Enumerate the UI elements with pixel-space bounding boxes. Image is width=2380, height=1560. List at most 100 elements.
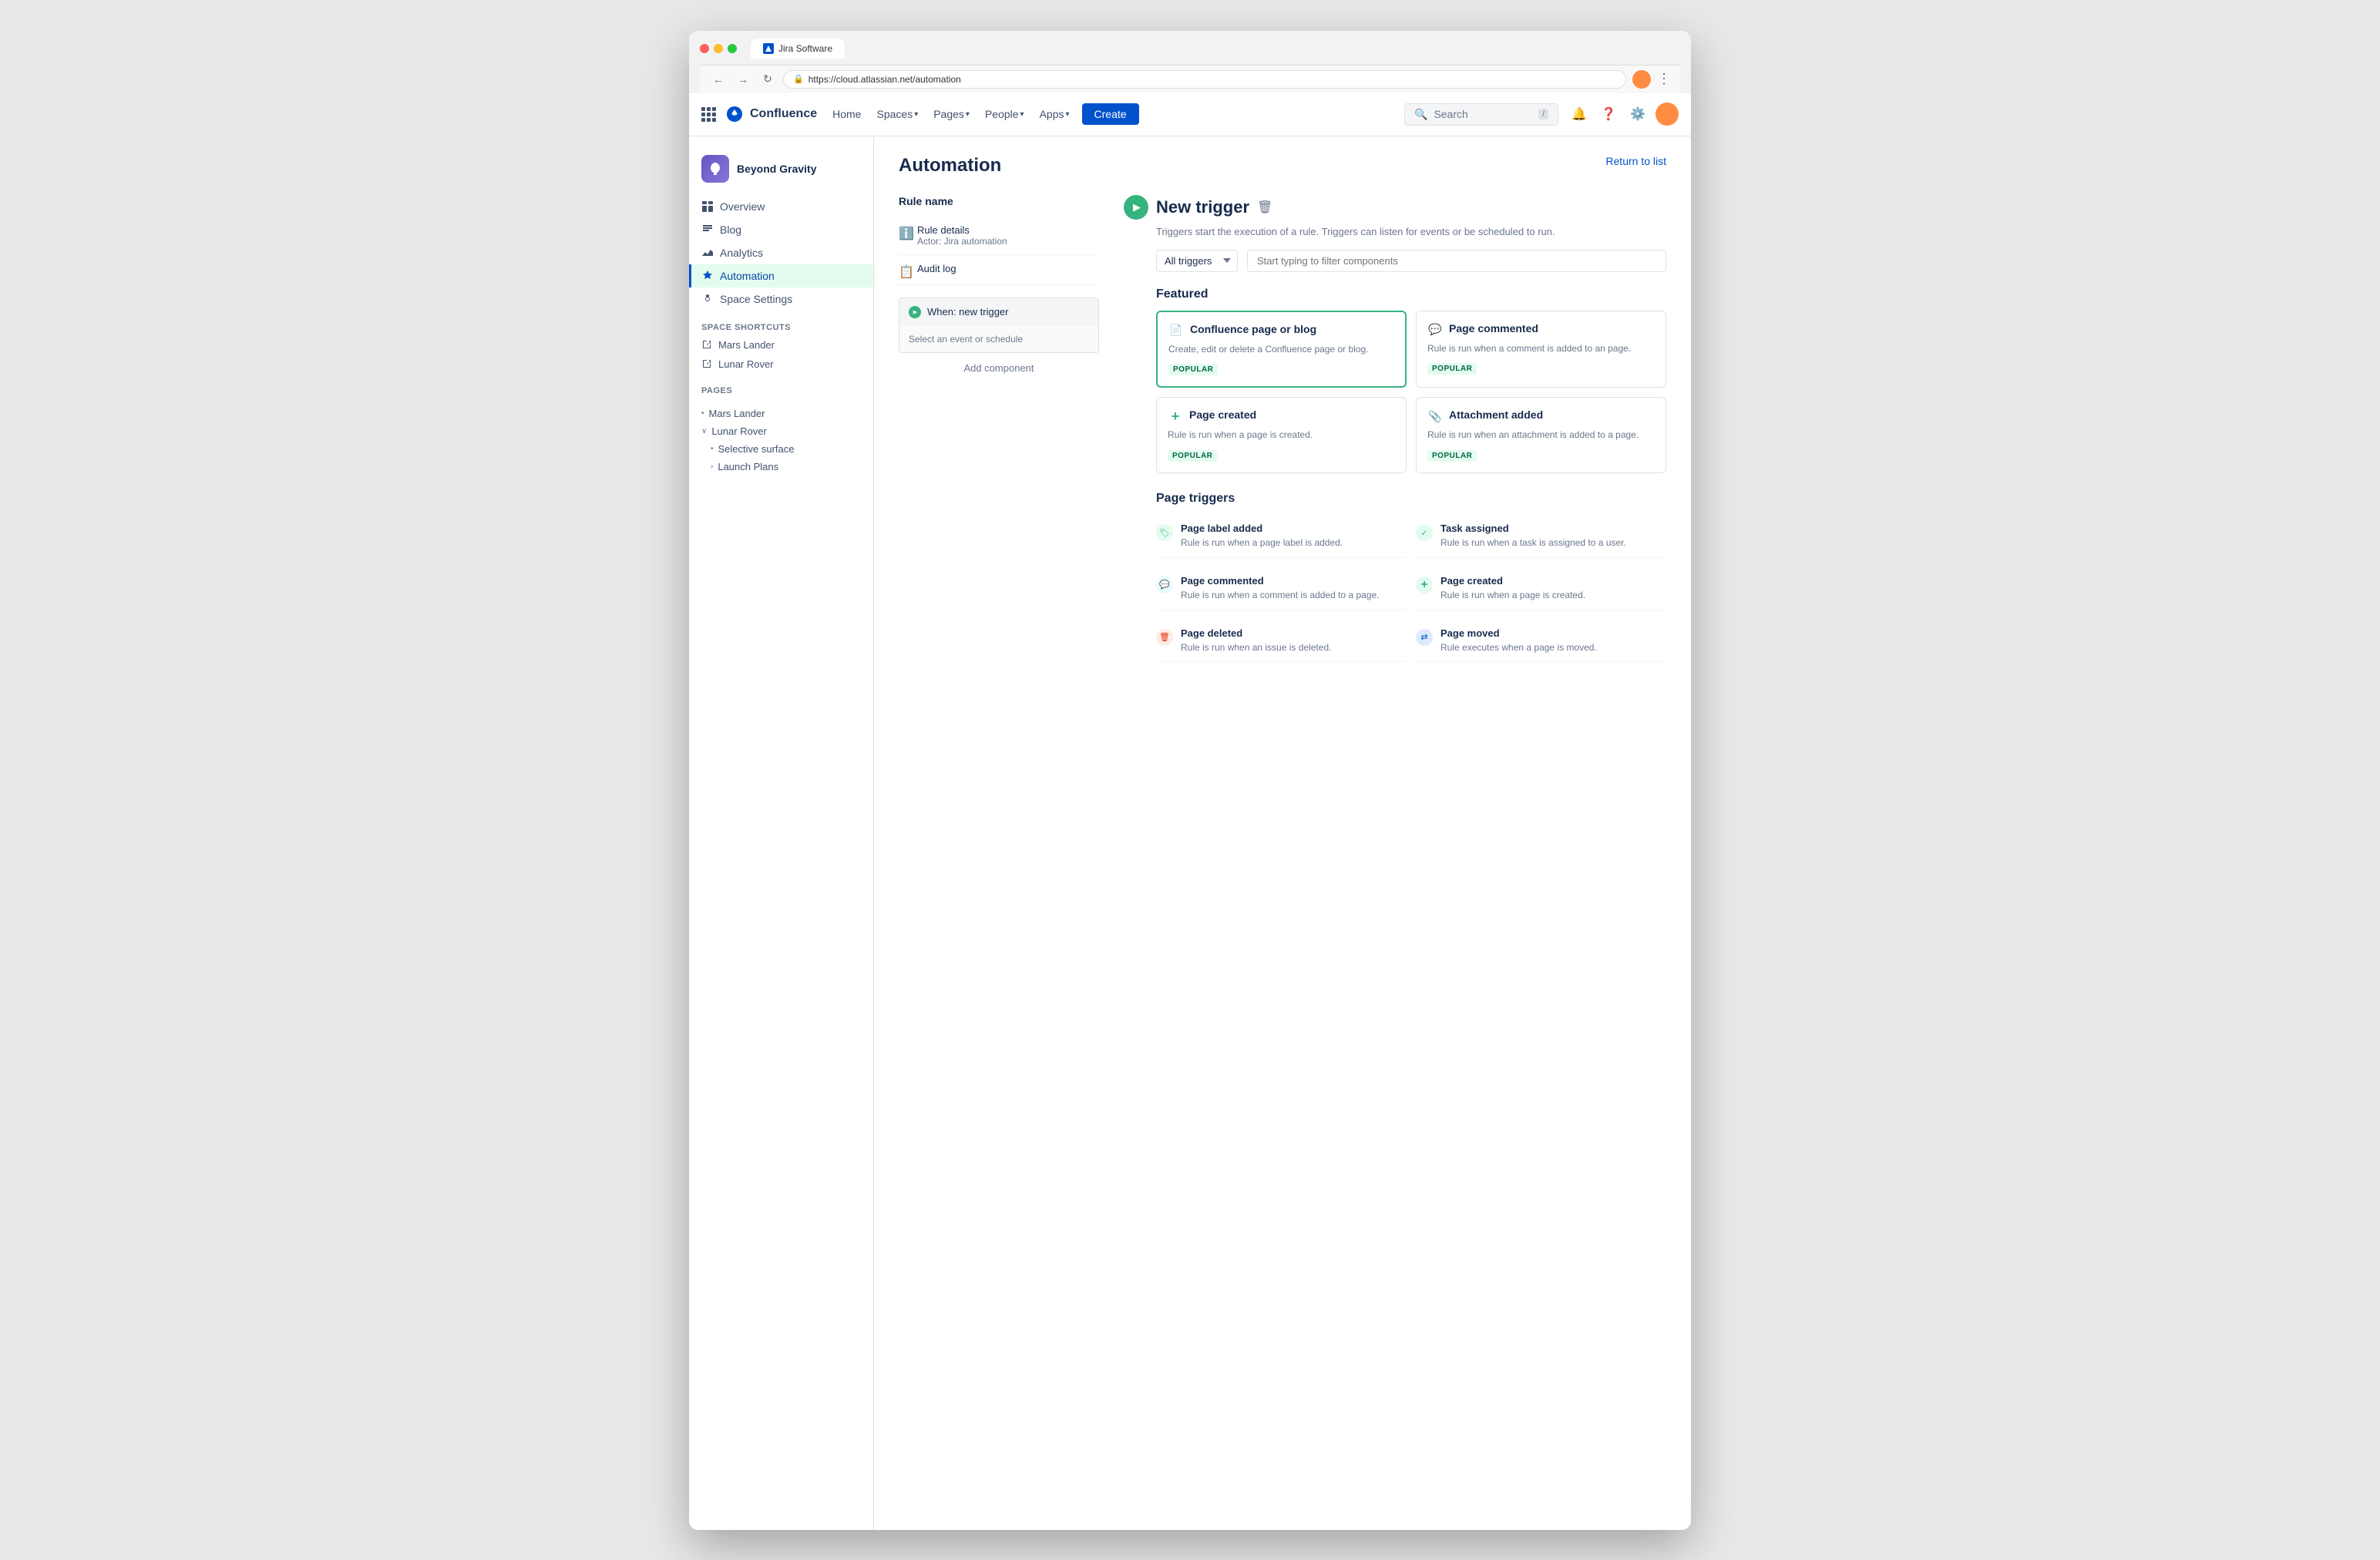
delete-icon: 🗑 [1156, 629, 1173, 646]
browser-tab[interactable]: Jira Software [751, 39, 845, 59]
page-item-lunar-rover[interactable]: ∨ Lunar Rover [689, 422, 873, 440]
search-bar[interactable]: 🔍 Search / [1404, 103, 1558, 126]
featured-section: Featured 📄 Confluence page or blog Creat… [1156, 287, 1666, 474]
help-button[interactable]: ❓ [1597, 103, 1620, 126]
page-item-mars-lander[interactable]: • Mars Lander [689, 405, 873, 422]
trigger-item-title: Task assigned [1440, 523, 1626, 534]
trigger-block-label: When: new trigger [927, 306, 1009, 318]
filter-components-input[interactable] [1247, 250, 1666, 272]
popular-badge: POPULAR [1168, 450, 1217, 462]
sidebar-item-automation[interactable]: Automation [689, 264, 873, 287]
sidebar-item-analytics[interactable]: Analytics [689, 241, 873, 264]
page-label: Launch Plans [718, 461, 778, 472]
add-component-button[interactable]: Add component [899, 353, 1099, 383]
trigger-item-title: Page deleted [1181, 627, 1331, 639]
attachment-icon: 📎 [1427, 408, 1443, 424]
card-title: Attachment added [1449, 408, 1543, 421]
settings-button[interactable]: ⚙️ [1626, 103, 1649, 126]
card-attachment-added[interactable]: 📎 Attachment added Rule is run when an a… [1416, 397, 1666, 473]
browser-menu-button[interactable]: ⋮ [1657, 71, 1671, 87]
rule-panel: Rule name ℹ️ Rule details Actor: Jira au… [899, 195, 1099, 663]
external-link-icon [701, 339, 712, 350]
move-icon: ⇄ [1416, 629, 1433, 646]
page-chevron: ∨ [701, 427, 707, 435]
close-button[interactable] [700, 44, 709, 53]
nav-apps[interactable]: Apps▾ [1034, 105, 1076, 123]
nav-spaces[interactable]: Spaces▾ [870, 105, 924, 123]
trigger-page-moved[interactable]: ⇄ Page moved Rule executes when a page i… [1416, 620, 1666, 663]
sidebar-item-overview[interactable]: Overview [689, 195, 873, 218]
apps-grid-icon[interactable] [701, 107, 716, 122]
return-to-list-link[interactable]: Return to list [1605, 155, 1666, 167]
space-name: Beyond Gravity [737, 163, 816, 175]
back-button[interactable]: ← [709, 70, 728, 89]
analytics-icon [701, 247, 714, 259]
page-bullet: • [701, 409, 704, 418]
trigger-title-row: New trigger 🗑 [1124, 195, 1666, 220]
popular-badge: POPULAR [1168, 364, 1218, 375]
card-page-commented[interactable]: 💬 Page commented Rule is run when a comm… [1416, 311, 1666, 388]
create-button[interactable]: Create [1082, 103, 1139, 125]
tab-bar: Jira Software [751, 39, 845, 59]
card-desc: Create, edit or delete a Confluence page… [1168, 343, 1394, 356]
sidebar-item-blog[interactable]: Blog [689, 218, 873, 241]
trigger-page-deleted[interactable]: 🗑 Page deleted Rule is run when an issue… [1156, 620, 1407, 663]
card-page-created[interactable]: + Page created Rule is run when a page i… [1156, 397, 1407, 473]
page-triggers-heading: Page triggers [1156, 492, 1666, 506]
audit-log-item[interactable]: 📋 Audit log [899, 255, 1099, 285]
notifications-button[interactable]: 🔔 [1568, 103, 1591, 126]
trigger-block[interactable]: When: new trigger Select an event or sch… [899, 298, 1099, 353]
trigger-page-label-added[interactable]: 🏷 Page label added Rule is run when a pa… [1156, 515, 1407, 558]
sidebar-nav: Overview Blog Analytics Automation [689, 195, 873, 311]
plus-icon: + [1168, 408, 1183, 424]
rule-name-label: Rule name [899, 195, 1099, 207]
trigger-item-desc: Rule is run when a page label is added. [1181, 536, 1343, 550]
trigger-description: Triggers start the execution of a rule. … [1156, 226, 1666, 237]
trigger-task-assigned[interactable]: ✓ Task assigned Rule is run when a task … [1416, 515, 1666, 558]
refresh-button[interactable]: ↻ [758, 70, 777, 89]
user-avatar[interactable] [1656, 103, 1679, 126]
nav-home[interactable]: Home [826, 105, 867, 123]
search-placeholder: Search [1434, 108, 1467, 120]
trigger-play-large-icon[interactable] [1124, 195, 1148, 220]
nav-actions: 🔔 ❓ ⚙️ [1568, 103, 1679, 126]
space-icon [701, 155, 729, 183]
traffic-lights [700, 44, 737, 53]
automation-icon [701, 270, 714, 282]
page-item-launch-plans[interactable]: › Launch Plans [689, 458, 873, 476]
trigger-item-title: Page moved [1440, 627, 1597, 639]
nav-pages[interactable]: Pages▾ [927, 105, 976, 123]
sidebar-item-space-settings[interactable]: Space Settings [689, 287, 873, 311]
task-icon: ✓ [1416, 524, 1433, 541]
comment-icon: 💬 [1427, 322, 1443, 338]
page-label: Mars Lander [709, 408, 765, 419]
pages-section: • Mars Lander ∨ Lunar Rover • Selective … [689, 398, 873, 482]
space-header: Beyond Gravity [689, 149, 873, 195]
minimize-button[interactable] [714, 44, 723, 53]
shortcut-mars-lander[interactable]: Mars Lander [689, 335, 873, 355]
trigger-item-desc: Rule is run when an issue is deleted. [1181, 641, 1331, 654]
trigger-page-created[interactable]: + Page created Rule is run when a page i… [1416, 567, 1666, 610]
delete-trigger-button[interactable]: 🗑 [1257, 200, 1272, 215]
trigger-page-commented[interactable]: 💬 Page commented Rule is run when a comm… [1156, 567, 1407, 610]
page-triggers-list: 🏷 Page label added Rule is run when a pa… [1156, 515, 1666, 662]
trigger-item-desc: Rule is run when a page is created. [1440, 589, 1585, 602]
card-confluence-page-blog[interactable]: 📄 Confluence page or blog Create, edit o… [1156, 311, 1407, 388]
search-icon: 🔍 [1414, 108, 1427, 121]
forward-button[interactable]: → [734, 70, 752, 89]
trigger-block-header[interactable]: When: new trigger [899, 298, 1098, 326]
all-triggers-select[interactable]: All triggers [1156, 250, 1238, 272]
tab-title: Jira Software [778, 43, 832, 54]
trigger-item-desc: Rule is run when a comment is added to a… [1181, 589, 1379, 602]
trigger-block-sub: Select an event or schedule [909, 334, 1023, 345]
rule-details-item[interactable]: ℹ️ Rule details Actor: Jira automation [899, 217, 1099, 255]
maximize-button[interactable] [728, 44, 737, 53]
url-bar[interactable]: 🔒 https://cloud.atlassian.net/automation [783, 70, 1626, 89]
shortcut-lunar-rover[interactable]: Lunar Rover [689, 355, 873, 374]
filter-row: All triggers [1156, 250, 1666, 272]
nav-people[interactable]: People▾ [979, 105, 1030, 123]
page-item-selective-surface[interactable]: • Selective surface [689, 440, 873, 458]
card-desc: Rule is run when an attachment is added … [1427, 429, 1655, 442]
app-logo[interactable]: Confluence [725, 105, 817, 123]
trigger-item-title: Page created [1440, 575, 1585, 587]
